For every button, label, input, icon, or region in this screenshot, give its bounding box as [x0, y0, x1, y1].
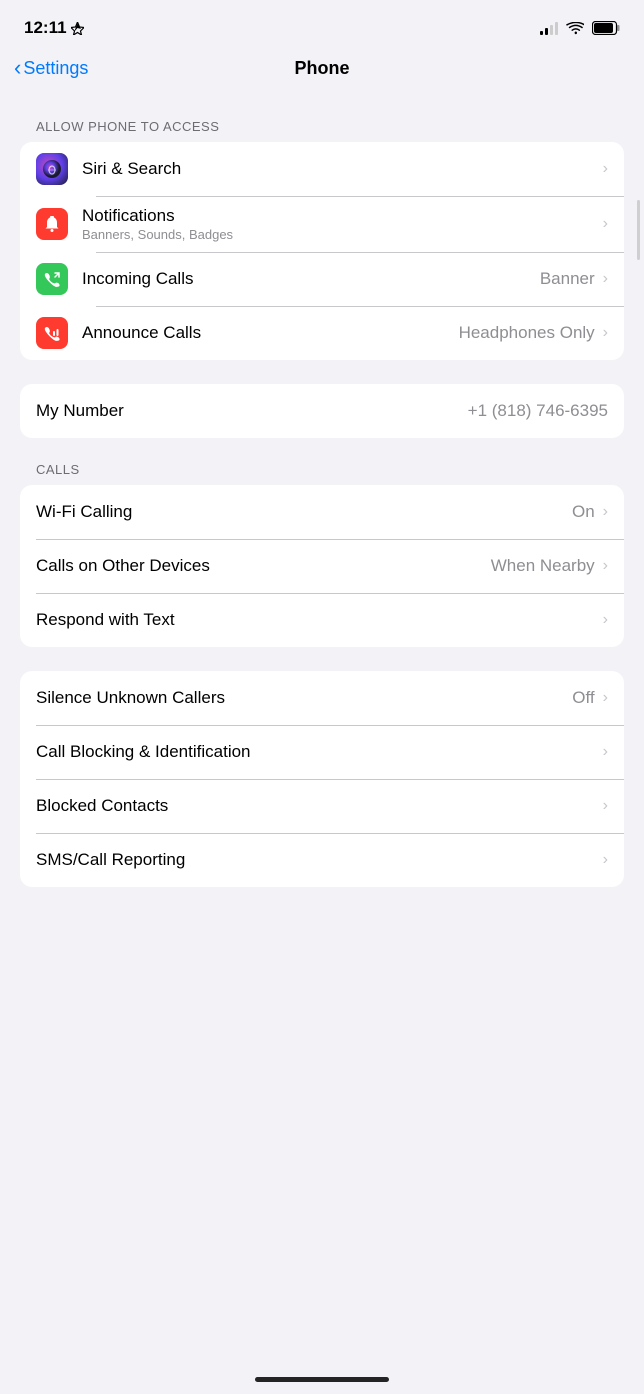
chevron-icon: ›: [603, 797, 608, 815]
chevron-icon: ›: [603, 324, 608, 342]
calls-other-devices-label: Calls on Other Devices: [36, 556, 491, 576]
card-calls: Wi-Fi Calling On › Calls on Other Device…: [20, 485, 624, 647]
row-notifications[interactable]: Notifications Banners, Sounds, Badges ›: [20, 196, 624, 252]
call-blocking-label: Call Blocking & Identification: [36, 742, 599, 762]
wifi-calling-value: On: [572, 502, 595, 522]
home-indicator: [255, 1377, 389, 1382]
battery-icon: [592, 21, 620, 35]
row-announce-calls[interactable]: Announce Calls Headphones Only ›: [20, 306, 624, 360]
chevron-icon: ›: [603, 215, 608, 233]
signal-icon: [540, 21, 558, 35]
page-header: ‹ Settings Phone: [0, 50, 644, 95]
card-my-number: My Number +1 (818) 746-6395: [20, 384, 624, 438]
announce-calls-label: Announce Calls: [82, 323, 459, 343]
blocked-contacts-label: Blocked Contacts: [36, 796, 599, 816]
back-label: Settings: [23, 58, 88, 79]
row-my-number[interactable]: My Number +1 (818) 746-6395: [20, 384, 624, 438]
row-call-blocking[interactable]: Call Blocking & Identification ›: [20, 725, 624, 779]
chevron-icon: ›: [603, 689, 608, 707]
calls-other-devices-value: When Nearby: [491, 556, 595, 576]
card-blocking: Silence Unknown Callers Off › Call Block…: [20, 671, 624, 887]
status-time: 12:11: [24, 18, 84, 38]
incoming-calls-value: Banner: [540, 269, 595, 289]
chevron-icon: ›: [603, 611, 608, 629]
card-allow-access: Siri & Search › Notifications Banners, S…: [20, 142, 624, 360]
row-silence-unknown[interactable]: Silence Unknown Callers Off ›: [20, 671, 624, 725]
notifications-icon: [36, 208, 68, 240]
chevron-icon: ›: [603, 160, 608, 178]
time-label: 12:11: [24, 18, 67, 38]
chevron-icon: ›: [603, 743, 608, 761]
status-bar: 12:11: [0, 0, 644, 50]
siri-search-label: Siri & Search: [82, 159, 599, 179]
incoming-calls-label: Incoming Calls: [82, 269, 540, 289]
location-icon: [71, 22, 84, 35]
scrollbar[interactable]: [637, 200, 640, 260]
incoming-calls-icon: [36, 263, 68, 295]
row-sms-call-reporting[interactable]: SMS/Call Reporting ›: [20, 833, 624, 887]
section-label-calls: CALLS: [0, 462, 644, 477]
notifications-subtitle: Banners, Sounds, Badges: [82, 227, 599, 242]
chevron-icon: ›: [603, 270, 608, 288]
chevron-icon: ›: [603, 557, 608, 575]
wifi-calling-label: Wi-Fi Calling: [36, 502, 572, 522]
row-blocked-contacts[interactable]: Blocked Contacts ›: [20, 779, 624, 833]
row-wifi-calling[interactable]: Wi-Fi Calling On ›: [20, 485, 624, 539]
row-respond-with-text[interactable]: Respond with Text ›: [20, 593, 624, 647]
row-calls-other-devices[interactable]: Calls on Other Devices When Nearby ›: [20, 539, 624, 593]
page-title: Phone: [294, 58, 349, 79]
row-siri-search[interactable]: Siri & Search ›: [20, 142, 624, 196]
back-button[interactable]: ‹ Settings: [14, 58, 88, 79]
respond-with-text-label: Respond with Text: [36, 610, 599, 630]
my-number-label: My Number: [36, 401, 468, 421]
back-chevron-icon: ‹: [14, 57, 21, 79]
chevron-icon: ›: [603, 851, 608, 869]
section-label-allow: ALLOW PHONE TO ACCESS: [0, 119, 644, 134]
siri-icon: [36, 153, 68, 185]
notifications-label: Notifications: [82, 206, 599, 226]
wifi-icon: [566, 22, 584, 35]
silence-unknown-value: Off: [572, 688, 594, 708]
my-number-value: +1 (818) 746-6395: [468, 401, 608, 421]
announce-calls-icon: [36, 317, 68, 349]
row-incoming-calls[interactable]: Incoming Calls Banner ›: [20, 252, 624, 306]
announce-calls-value: Headphones Only: [459, 323, 595, 343]
chevron-icon: ›: [603, 503, 608, 521]
status-right: [540, 21, 620, 35]
sms-call-reporting-label: SMS/Call Reporting: [36, 850, 599, 870]
silence-unknown-label: Silence Unknown Callers: [36, 688, 572, 708]
